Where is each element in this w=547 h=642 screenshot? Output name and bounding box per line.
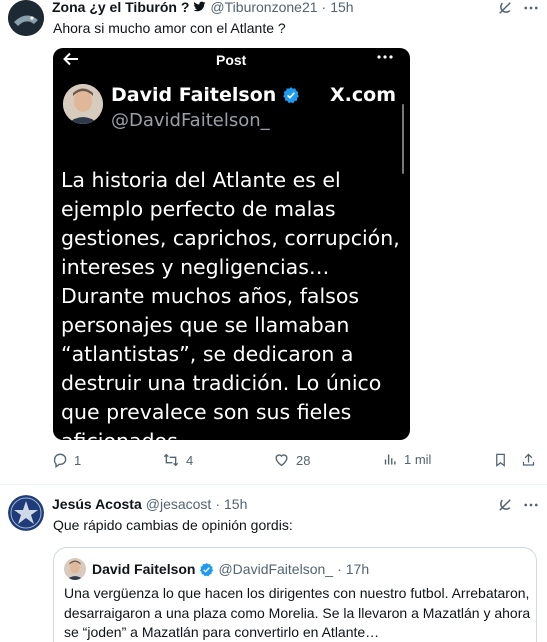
share-button[interactable] — [521, 452, 536, 468]
reply-icon — [53, 453, 67, 468]
quote-timestamp[interactable]: 17h — [346, 561, 369, 577]
bookmark-button[interactable] — [493, 452, 508, 468]
separator-dot: · — [215, 496, 220, 512]
more-options-button[interactable] — [520, 0, 542, 18]
reply-count: 1 — [74, 452, 82, 468]
bookmark-icon — [496, 453, 505, 467]
views-chart-icon — [384, 454, 396, 465]
author-handle[interactable]: @jesacost — [146, 496, 212, 512]
grok-explain-button[interactable] — [494, 495, 516, 515]
embedded-author-name: David Faitelson — [111, 84, 277, 106]
grok-icon — [499, 499, 511, 511]
reply-button[interactable]: 1 — [52, 452, 81, 468]
grok-explain-button[interactable] — [494, 0, 516, 18]
quote-header: David Faitelson @DavidFaitelson_ · 17h — [92, 561, 369, 577]
more-icon — [524, 503, 538, 507]
embedded-screenshot-image[interactable]: Post David Faitelson X.com @DavidFaitels… — [53, 48, 410, 440]
embedded-top-bar: Post — [53, 48, 410, 72]
embedded-author: David Faitelson — [111, 84, 300, 106]
embedded-site-label: X.com — [330, 84, 396, 106]
timestamp[interactable]: 15h — [224, 496, 247, 512]
tweet-text: Que rápido cambias de opinión gordis: — [53, 517, 293, 533]
separator-dot: · — [321, 0, 327, 15]
tweet-header: Zona ¿y el Tiburón ? @Tiburonzone21 · 15… — [52, 0, 354, 15]
tweet-text: Ahora si mucho amor con el Atlante ? — [53, 20, 286, 36]
share-icon — [522, 453, 535, 466]
quote-avatar[interactable] — [64, 558, 86, 580]
retweet-icon — [163, 453, 179, 467]
tweet-actions: 1 4 28 1 mil — [0, 452, 547, 472]
quote-text: Una vergüenza lo que hacen los dirigente… — [64, 585, 531, 640]
author-name[interactable]: Zona ¿y el Tiburón ? — [52, 0, 189, 15]
quoted-tweet[interactable]: David Faitelson @DavidFaitelson_ · 17h U… — [53, 547, 537, 642]
like-button[interactable]: 28 — [273, 452, 310, 468]
heart-icon — [275, 454, 288, 467]
quote-author-name[interactable]: David Faitelson — [92, 561, 195, 577]
tweet-header: Jesús Acosta @jesacost · 15h — [52, 496, 247, 512]
embedded-avatar — [63, 84, 103, 124]
tweet-1[interactable]: Zona ¿y el Tiburón ? @Tiburonzone21 · 15… — [0, 0, 547, 484]
author-name[interactable]: Jesús Acosta — [52, 496, 142, 512]
more-options-button[interactable] — [520, 495, 542, 515]
embedded-top-title: Post — [216, 52, 247, 68]
verified-badge-icon — [282, 86, 300, 104]
twitter-bird-icon — [193, 1, 206, 13]
back-arrow-icon — [63, 52, 79, 69]
embedded-more-icon — [376, 50, 394, 67]
separator-dot: · — [337, 561, 342, 577]
views-button[interactable]: 1 mil — [383, 452, 431, 467]
avatar[interactable] — [8, 0, 44, 36]
like-count: 28 — [296, 452, 311, 468]
embedded-text: La historia del Atlante es el ejemplo pe… — [61, 168, 400, 440]
quote-author-handle[interactable]: @DavidFaitelson_ — [218, 561, 333, 577]
more-icon — [524, 6, 538, 10]
embedded-author-handle: @DavidFaitelson_ — [111, 110, 270, 131]
views-count: 1 mil — [404, 452, 432, 467]
grok-icon — [499, 2, 511, 14]
retweet-count: 4 — [186, 452, 194, 468]
retweet-button[interactable]: 4 — [162, 452, 193, 468]
avatar[interactable] — [8, 495, 44, 531]
embedded-scrollbar — [402, 104, 404, 174]
verified-badge-icon — [199, 562, 214, 577]
timestamp[interactable]: 15h — [330, 0, 353, 15]
author-handle[interactable]: @Tiburonzone21 — [210, 0, 317, 15]
